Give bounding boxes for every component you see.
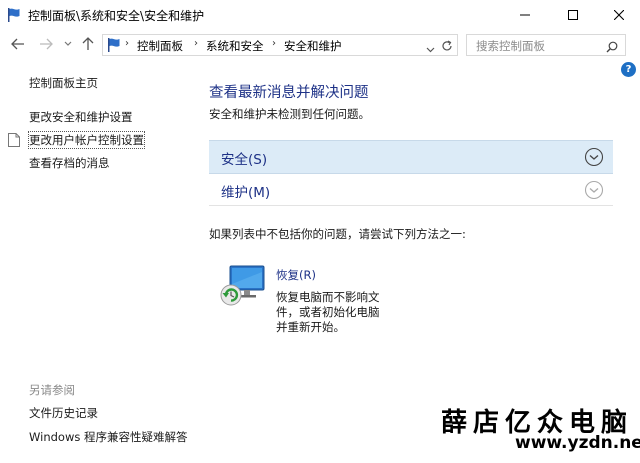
up-button[interactable]: [80, 36, 96, 52]
section-security-label: 安全(S): [221, 152, 268, 168]
section-security[interactable]: [209, 140, 613, 174]
recovery-link[interactable]: 恢复(R): [276, 267, 316, 283]
search-placeholder: 搜索控制面板: [476, 39, 545, 53]
close-button[interactable]: [596, 0, 640, 30]
help-button[interactable]: ?: [621, 62, 636, 77]
chevron-right-icon[interactable]: ›: [194, 38, 198, 49]
refresh-button[interactable]: [441, 37, 453, 56]
arrow-left-icon: [11, 38, 24, 50]
arrow-right-icon: [40, 38, 53, 50]
flag-icon: [108, 38, 120, 52]
breadcrumb-control-panel[interactable]: 控制面板: [137, 38, 183, 54]
recovery-description-line: 件，或者初始化电脑: [276, 305, 380, 319]
minimize-icon: [520, 14, 530, 16]
recovery-description-line: 并重新开始。: [276, 320, 345, 334]
flag-icon: [8, 8, 20, 22]
search-icon[interactable]: [606, 38, 618, 57]
breadcrumb-security-maintenance[interactable]: 安全和维护: [284, 38, 342, 54]
sidebar-item-home[interactable]: 控制面板主页: [29, 75, 98, 91]
sidebar-item-uac-settings[interactable]: 更改用户帐户控制设置: [28, 131, 145, 149]
page-icon: [8, 133, 20, 147]
page-title: 查看最新消息并解决问题: [209, 85, 369, 101]
section-maintenance-label: 维护(M): [221, 185, 271, 201]
sidebar-item-archived-messages[interactable]: 查看存档的消息: [29, 155, 110, 171]
chevron-down-icon[interactable]: [584, 147, 604, 167]
maximize-icon: [568, 10, 578, 20]
address-dropdown-button[interactable]: [426, 38, 435, 57]
chevron-right-icon[interactable]: ›: [125, 38, 129, 49]
sidebar-item-change-security-settings[interactable]: 更改安全和维护设置: [29, 109, 133, 125]
recovery-description-line: 恢复电脑而不影响文: [276, 290, 380, 304]
forward-button[interactable]: [38, 36, 54, 52]
status-message: 安全和维护未检测到任何问题。: [209, 107, 370, 121]
recent-locations-button[interactable]: [60, 36, 76, 52]
watermark-url: www.yzdn.net: [515, 433, 640, 453]
chevron-down-icon: [426, 47, 435, 53]
see-also-compatibility-troubleshooter[interactable]: Windows 程序兼容性疑难解答: [29, 429, 188, 445]
close-icon: [614, 10, 624, 20]
chevron-down-icon[interactable]: [584, 180, 604, 200]
arrow-up-icon: [82, 37, 94, 50]
breadcrumb-system-security[interactable]: 系统和安全: [206, 38, 264, 54]
back-button[interactable]: [10, 36, 26, 52]
window-title: 控制面板\系统和安全\安全和维护: [28, 9, 205, 23]
chevron-down-icon: [64, 41, 72, 46]
chevron-right-icon[interactable]: ›: [272, 38, 276, 49]
see-also-file-history[interactable]: 文件历史记录: [29, 405, 98, 421]
recovery-icon: [220, 265, 265, 306]
maximize-button[interactable]: [550, 0, 596, 30]
refresh-icon: [442, 40, 452, 51]
minimize-button[interactable]: [502, 0, 548, 30]
troubleshoot-prompt: 如果列表中不包括你的问题，请尝试下列方法之一:: [209, 227, 466, 241]
see-also-heading: 另请参阅: [29, 383, 75, 397]
